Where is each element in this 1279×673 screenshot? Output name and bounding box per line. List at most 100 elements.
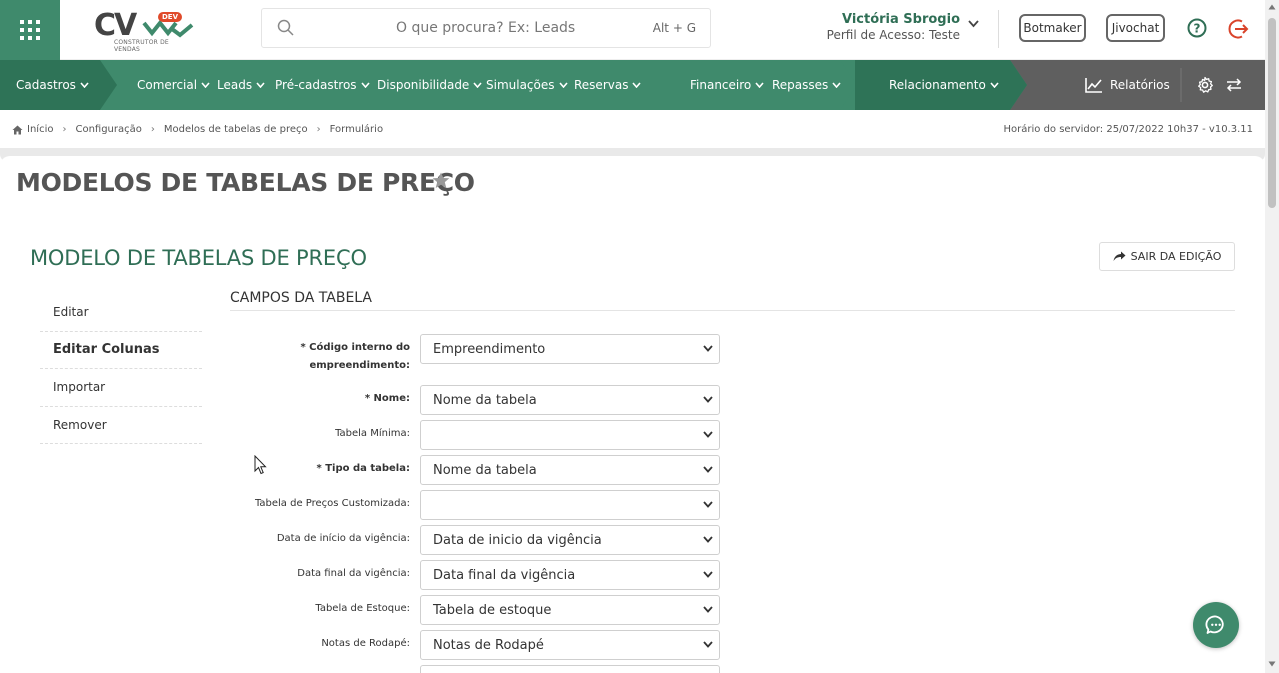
breadcrumb-separator: › [150, 124, 155, 135]
chevron-down-icon [832, 82, 841, 88]
top-header: CV DEV CONSTRUTOR DE VENDAS O que procur… [0, 0, 1265, 60]
scrollbar-thumb[interactable] [1268, 18, 1276, 208]
chevron-down-icon [990, 82, 999, 88]
exit-edit-label: SAIR DA EDIÇÃO [1130, 250, 1222, 263]
side-item-label: Remover [53, 417, 107, 432]
field-label: Tabela Mínima: [335, 428, 410, 439]
notas-rodape-select[interactable]: Notas de Rodapé [420, 630, 720, 660]
settings-button[interactable] [1196, 60, 1214, 110]
codigo-interno-select[interactable]: Empreendimento [420, 334, 720, 364]
nav-item-reservas[interactable]: Reservas [574, 60, 642, 110]
help-icon[interactable]: ? [1187, 18, 1207, 38]
field-label: Notas de Rodapé: [321, 638, 410, 649]
breadcrumb: Início › Configuração › Modelos de tabel… [12, 124, 383, 135]
logout-icon[interactable] [1228, 18, 1250, 40]
chevron-down-icon [80, 82, 89, 88]
nav-item-leads[interactable]: Leads [217, 60, 265, 110]
nav-item-disponibilidade[interactable]: Disponibilidade [377, 60, 482, 110]
swap-arrows-icon [1226, 78, 1242, 92]
user-info[interactable]: Victória Sbrogio Perfil de Acesso: Teste [800, 12, 960, 42]
nav-item-label: Disponibilidade [377, 78, 470, 92]
logo[interactable]: CV DEV CONSTRUTOR DE VENDAS [92, 8, 194, 53]
select-value: Data final da vigência [433, 567, 576, 583]
chevron-down-icon [360, 82, 370, 88]
field-label: * Nome: [364, 393, 410, 404]
next-select[interactable] [420, 665, 720, 673]
chevron-down-icon [256, 82, 265, 88]
chevron-down-icon [473, 82, 482, 88]
chevron-down-icon [703, 606, 713, 613]
breadcrumb-item[interactable]: Modelos de tabelas de preço [164, 124, 308, 135]
nav-item-cadastros[interactable]: Cadastros [16, 60, 89, 110]
select-value: Data de inicio da vigência [433, 532, 602, 548]
chevron-down-icon [201, 82, 210, 88]
breadcrumb-item: Formulário [329, 124, 384, 135]
breadcrumb-separator: › [62, 124, 67, 135]
select-value: Empreendimento [433, 341, 546, 357]
chevron-down-icon [558, 82, 568, 88]
nav-item-label: Leads [217, 78, 253, 92]
scroll-down-icon[interactable] [1268, 661, 1276, 667]
chevron-down-icon [703, 466, 713, 473]
search-shortcut: Alt + G [652, 21, 696, 35]
select-value: Notas de Rodapé [433, 637, 544, 653]
home-icon [12, 125, 23, 134]
tipo-tabela-select[interactable]: Nome da tabela [420, 455, 720, 485]
nav-item-label: Reservas [574, 78, 629, 92]
botmaker-button[interactable]: Botmaker [1019, 14, 1086, 42]
fields-section-title: CAMPOS DA TABELA [230, 290, 372, 306]
field-label: Tabela de Preços Customizada: [254, 498, 410, 509]
nav-item-financeiro[interactable]: Financeiro [690, 60, 764, 110]
chat-button[interactable] [1193, 602, 1239, 648]
apps-menu-button[interactable] [0, 0, 60, 60]
breadcrumb-item[interactable]: Início [27, 124, 53, 135]
field-label: * Código interno do empreendimento: [230, 339, 410, 375]
field-label-line: empreendimento: [309, 360, 410, 371]
tabela-minima-select[interactable] [420, 420, 720, 450]
side-item-importar[interactable]: Importar [40, 369, 202, 407]
data-inicio-select[interactable]: Data de inicio da vigência [420, 525, 720, 555]
side-item-remover[interactable]: Remover [40, 407, 202, 444]
logo-mark-icon [142, 19, 194, 38]
nav-item-label: Pré-cadastros [275, 78, 357, 92]
svg-text:?: ? [1194, 22, 1201, 36]
nav-item-label: Cadastros [16, 78, 76, 92]
tabela-customizada-select[interactable] [420, 490, 720, 520]
breadcrumb-item[interactable]: Configuração [75, 124, 141, 135]
chevron-down-icon [632, 82, 642, 88]
nav-item-repasses[interactable]: Repasses [772, 60, 841, 110]
nav-item-relatorios[interactable]: Relatórios [1085, 60, 1170, 110]
switch-button[interactable] [1226, 60, 1242, 110]
nav-item-relacionamento[interactable]: Relacionamento [889, 60, 999, 110]
logo-subtitle: CONSTRUTOR DE VENDAS [114, 39, 169, 53]
search-icon [277, 19, 294, 36]
nav-item-comercial[interactable]: Comercial [137, 60, 210, 110]
chevron-down-icon [703, 396, 713, 403]
field-label: Data final da vigência: [297, 568, 410, 579]
chevron-down-icon [703, 571, 713, 578]
side-item-label: Editar [53, 305, 89, 320]
chevron-down-icon [703, 345, 713, 352]
tabela-estoque-select[interactable]: Tabela de estoque [420, 595, 720, 625]
fields-divider [230, 310, 1235, 311]
star-icon[interactable] [432, 172, 450, 189]
chevron-down-icon [703, 536, 713, 543]
side-item-editar[interactable]: Editar [40, 294, 202, 332]
side-item-editar-colunas[interactable]: Editar Colunas [40, 332, 202, 369]
page-scrollbar[interactable] [1265, 0, 1279, 673]
side-item-label: Importar [53, 380, 106, 395]
jivochat-button[interactable]: Jivochat [1106, 14, 1165, 42]
exit-edit-button[interactable]: SAIR DA EDIÇÃO [1099, 242, 1235, 271]
select-value: Tabela de estoque [433, 602, 552, 618]
data-final-select[interactable]: Data final da vigência [420, 560, 720, 590]
logo-text: CV [94, 8, 137, 43]
search-input[interactable]: O que procura? Ex: Leads Alt + G [261, 8, 711, 48]
nav-item-simulacoes[interactable]: Simulações [486, 60, 568, 110]
page-title: MODELOS DE TABELAS DE PREÇO [16, 168, 475, 197]
scroll-up-icon[interactable] [1268, 4, 1276, 10]
chevron-down-icon[interactable] [968, 20, 979, 28]
nav-item-pre-cadastros[interactable]: Pré-cadastros [275, 60, 370, 110]
nome-select[interactable]: Nome da tabela [420, 385, 720, 415]
mouse-cursor-icon [254, 455, 267, 475]
nav-item-label: Relatórios [1110, 78, 1170, 92]
